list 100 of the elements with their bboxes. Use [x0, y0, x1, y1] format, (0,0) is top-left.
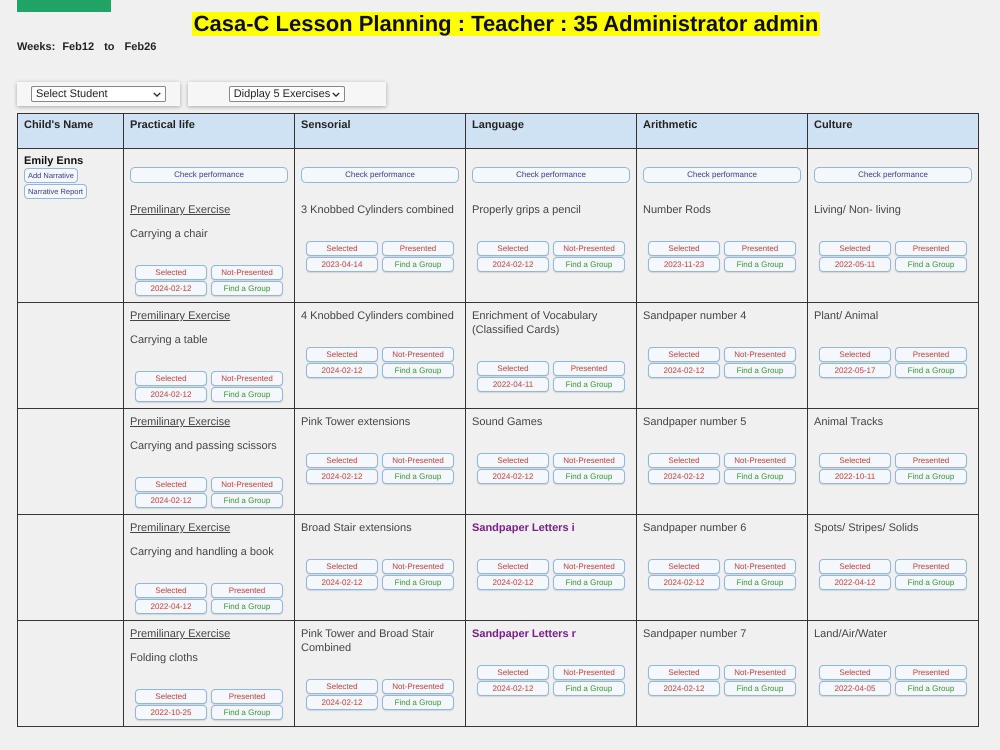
date-button[interactable]: 2024-02-12: [135, 281, 207, 296]
find-group-button[interactable]: Find a Group: [211, 705, 283, 720]
check-performance-button[interactable]: Check performance: [814, 167, 972, 183]
find-group-button[interactable]: Find a Group: [382, 257, 454, 272]
exercise-category-link[interactable]: Premilinary Exercise: [130, 627, 230, 641]
date-button[interactable]: 2022-04-12: [819, 575, 891, 590]
presentation-button[interactable]: Not-Presented: [382, 679, 454, 694]
date-button[interactable]: 2023-11-23: [648, 257, 720, 272]
find-group-button[interactable]: Find a Group: [724, 363, 796, 378]
find-group-button[interactable]: Find a Group: [382, 469, 454, 484]
date-button[interactable]: 2024-02-12: [135, 387, 207, 402]
date-button[interactable]: 2022-10-25: [135, 705, 207, 720]
presentation-button[interactable]: Not-Presented: [724, 453, 796, 468]
status-button[interactable]: Selected: [648, 241, 720, 256]
date-button[interactable]: 2022-04-12: [135, 599, 207, 614]
status-button[interactable]: Selected: [135, 265, 207, 280]
presentation-button[interactable]: Not-Presented: [553, 559, 625, 574]
check-performance-button[interactable]: Check performance: [130, 167, 288, 183]
find-group-button[interactable]: Find a Group: [724, 257, 796, 272]
presentation-button[interactable]: Not-Presented: [382, 347, 454, 362]
find-group-button[interactable]: Find a Group: [211, 387, 283, 402]
presentation-button[interactable]: Not-Presented: [553, 453, 625, 468]
find-group-button[interactable]: Find a Group: [724, 469, 796, 484]
find-group-button[interactable]: Find a Group: [553, 681, 625, 696]
status-button[interactable]: Selected: [648, 665, 720, 680]
date-button[interactable]: 2024-02-12: [306, 469, 378, 484]
check-performance-button[interactable]: Check performance: [472, 167, 630, 183]
status-button[interactable]: Selected: [477, 241, 549, 256]
status-button[interactable]: Selected: [477, 559, 549, 574]
find-group-button[interactable]: Find a Group: [895, 257, 967, 272]
date-button[interactable]: 2022-04-05: [819, 681, 891, 696]
date-button[interactable]: 2024-02-12: [306, 363, 378, 378]
status-button[interactable]: Selected: [135, 583, 207, 598]
find-group-button[interactable]: Find a Group: [553, 377, 625, 392]
status-button[interactable]: Selected: [477, 361, 549, 376]
presentation-button[interactable]: Presented: [211, 689, 283, 704]
date-button[interactable]: 2022-05-11: [819, 257, 891, 272]
find-group-button[interactable]: Find a Group: [211, 281, 283, 296]
date-button[interactable]: 2022-10-11: [819, 469, 891, 484]
status-button[interactable]: Selected: [306, 559, 378, 574]
presentation-button[interactable]: Not-Presented: [382, 453, 454, 468]
status-button[interactable]: Selected: [819, 453, 891, 468]
date-button[interactable]: 2024-02-12: [135, 493, 207, 508]
presentation-button[interactable]: Not-Presented: [553, 241, 625, 256]
find-group-button[interactable]: Find a Group: [895, 469, 967, 484]
presentation-button[interactable]: Presented: [895, 347, 967, 362]
exercise-category-link[interactable]: Premilinary Exercise: [130, 203, 230, 217]
status-button[interactable]: Selected: [477, 453, 549, 468]
status-button[interactable]: Selected: [819, 559, 891, 574]
status-button[interactable]: Selected: [306, 679, 378, 694]
presentation-button[interactable]: Not-Presented: [211, 477, 283, 492]
date-button[interactable]: 2023-04-14: [306, 257, 378, 272]
find-group-button[interactable]: Find a Group: [382, 575, 454, 590]
presentation-button[interactable]: Not-Presented: [553, 665, 625, 680]
status-button[interactable]: Selected: [477, 665, 549, 680]
status-button[interactable]: Selected: [306, 241, 378, 256]
status-button[interactable]: Selected: [819, 347, 891, 362]
status-button[interactable]: Selected: [135, 689, 207, 704]
status-button[interactable]: Selected: [819, 665, 891, 680]
find-group-button[interactable]: Find a Group: [382, 363, 454, 378]
exercise-category-link[interactable]: Premilinary Exercise: [130, 521, 230, 535]
status-button[interactable]: Selected: [648, 559, 720, 574]
presentation-button[interactable]: Presented: [895, 559, 967, 574]
presentation-button[interactable]: Not-Presented: [724, 347, 796, 362]
presentation-button[interactable]: Presented: [724, 241, 796, 256]
status-button[interactable]: Selected: [819, 241, 891, 256]
exercise-category-link[interactable]: Premilinary Exercise: [130, 415, 230, 429]
find-group-button[interactable]: Find a Group: [211, 599, 283, 614]
find-group-button[interactable]: Find a Group: [553, 575, 625, 590]
date-button[interactable]: 2024-02-12: [648, 681, 720, 696]
presentation-button[interactable]: Not-Presented: [724, 665, 796, 680]
exercises-select[interactable]: Didplay 5 Exercises: [228, 86, 346, 102]
find-group-button[interactable]: Find a Group: [895, 575, 967, 590]
presentation-button[interactable]: Not-Presented: [211, 371, 283, 386]
date-button[interactable]: 2022-04-11: [477, 377, 549, 392]
find-group-button[interactable]: Find a Group: [724, 681, 796, 696]
presentation-button[interactable]: Presented: [895, 665, 967, 680]
presentation-button[interactable]: Presented: [553, 361, 625, 376]
exercise-category-link[interactable]: Premilinary Exercise: [130, 309, 230, 323]
find-group-button[interactable]: Find a Group: [724, 575, 796, 590]
find-group-button[interactable]: Find a Group: [382, 695, 454, 710]
presentation-button[interactable]: Presented: [211, 583, 283, 598]
date-button[interactable]: 2024-02-12: [477, 257, 549, 272]
status-button[interactable]: Selected: [306, 453, 378, 468]
find-group-button[interactable]: Find a Group: [895, 363, 967, 378]
date-button[interactable]: 2024-02-12: [477, 469, 549, 484]
student-select[interactable]: Select Student: [31, 86, 166, 102]
presentation-button[interactable]: Not-Presented: [724, 559, 796, 574]
date-button[interactable]: 2024-02-12: [648, 575, 720, 590]
find-group-button[interactable]: Find a Group: [895, 681, 967, 696]
status-button[interactable]: Selected: [648, 347, 720, 362]
find-group-button[interactable]: Find a Group: [553, 257, 625, 272]
presentation-button[interactable]: Not-Presented: [211, 265, 283, 280]
status-button[interactable]: Selected: [648, 453, 720, 468]
date-button[interactable]: 2024-02-12: [306, 695, 378, 710]
cut-off-button[interactable]: [17, 0, 111, 12]
status-button[interactable]: Selected: [135, 371, 207, 386]
date-button[interactable]: 2024-02-12: [306, 575, 378, 590]
find-group-button[interactable]: Find a Group: [211, 493, 283, 508]
date-button[interactable]: 2024-02-12: [648, 469, 720, 484]
